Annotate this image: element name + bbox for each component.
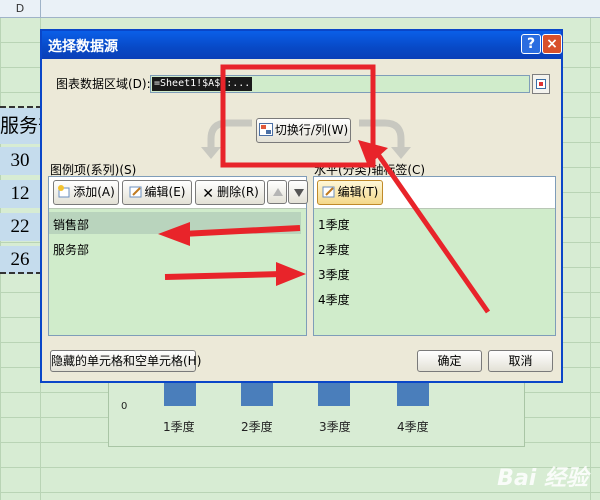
move-down-icon (294, 189, 304, 197)
ok-button[interactable]: 确定 (417, 350, 482, 372)
move-up-button[interactable] (267, 180, 287, 204)
range-label: 图表数据区域(D): (56, 77, 151, 91)
switch-row-column-icon (258, 123, 273, 136)
axis-item[interactable]: 3季度 (318, 266, 350, 283)
switch-row-column-button[interactable]: 切换行/列(W) (256, 118, 351, 143)
dialog-titlebar[interactable]: 选择数据源 ? × (42, 31, 562, 59)
edit-icon (322, 186, 335, 198)
dialog-title: 选择数据源 (48, 39, 118, 55)
chart-bar[interactable] (164, 381, 196, 406)
move-down-button[interactable] (288, 180, 308, 204)
delete-icon: ✕ (202, 186, 214, 202)
series-item-service[interactable]: 服务部 (53, 241, 89, 258)
chart-y-tick: 0 (121, 401, 128, 412)
chart-category-label: 2季度 (241, 420, 273, 434)
column-divider (590, 17, 591, 500)
chart-area[interactable]: 0 1季度 2季度 3季度 4季度 (108, 380, 525, 447)
edit-series-label: 编辑(E) (144, 185, 186, 199)
chart-bar[interactable] (397, 381, 429, 406)
move-up-icon (273, 188, 283, 196)
left-swap-arrow-icon (201, 119, 252, 159)
column-header-d[interactable]: D (0, 0, 41, 17)
axis-labels-panel: 编辑(T) 1季度 2季度 3季度 4季度 (313, 176, 556, 336)
range-value: =Sheet1!$A$3:... (152, 77, 253, 91)
edit-axis-labels-label: 编辑(T) (337, 185, 379, 199)
axis-item[interactable]: 2季度 (318, 241, 350, 258)
delete-series-label: 删除(R) (217, 185, 259, 199)
axis-item[interactable]: 1季度 (318, 216, 350, 233)
right-swap-arrow-icon (359, 119, 411, 159)
collapse-dialog-button[interactable] (532, 74, 550, 94)
add-series-button[interactable]: 添加(A) (53, 180, 119, 205)
edit-icon (129, 186, 142, 198)
chart-category-label: 1季度 (163, 420, 195, 434)
chart-bar[interactable] (318, 381, 350, 406)
add-series-label: 添加(A) (73, 185, 115, 199)
edit-series-button[interactable]: 编辑(E) (122, 180, 192, 205)
switch-row-column-label: 切换行/列(W) (274, 123, 349, 137)
collapse-icon (536, 79, 546, 89)
series-item-sales[interactable]: 销售部 (53, 216, 89, 233)
edit-axis-labels-button[interactable]: 编辑(T) (317, 180, 383, 205)
series-list-panel: 添加(A) 编辑(E) ✕ 删除(R) 销售部 服务部 (48, 176, 308, 336)
close-button[interactable]: × (542, 34, 562, 54)
range-input[interactable]: =Sheet1!$A$3:... (150, 75, 530, 93)
chart-category-label: 4季度 (397, 420, 429, 434)
add-icon (58, 185, 70, 198)
copy-selection-border (0, 106, 42, 274)
cancel-button[interactable]: 取消 (488, 350, 553, 372)
hidden-empty-cells-button[interactable]: 隐藏的单元格和空单元格(H) (50, 350, 201, 372)
delete-series-button[interactable]: ✕ 删除(R) (195, 180, 265, 205)
baidu-watermark: Bai 经验 (497, 466, 588, 491)
chart-bar[interactable] (241, 381, 273, 406)
help-button[interactable]: ? (521, 34, 541, 54)
select-data-source-dialog: 选择数据源 ? × 图表数据区域(D): =Sheet1!$A$3:... 切换… (40, 29, 563, 383)
axis-item[interactable]: 4季度 (318, 291, 350, 308)
chart-category-label: 3季度 (319, 420, 351, 434)
column-header-row: D (0, 0, 600, 18)
